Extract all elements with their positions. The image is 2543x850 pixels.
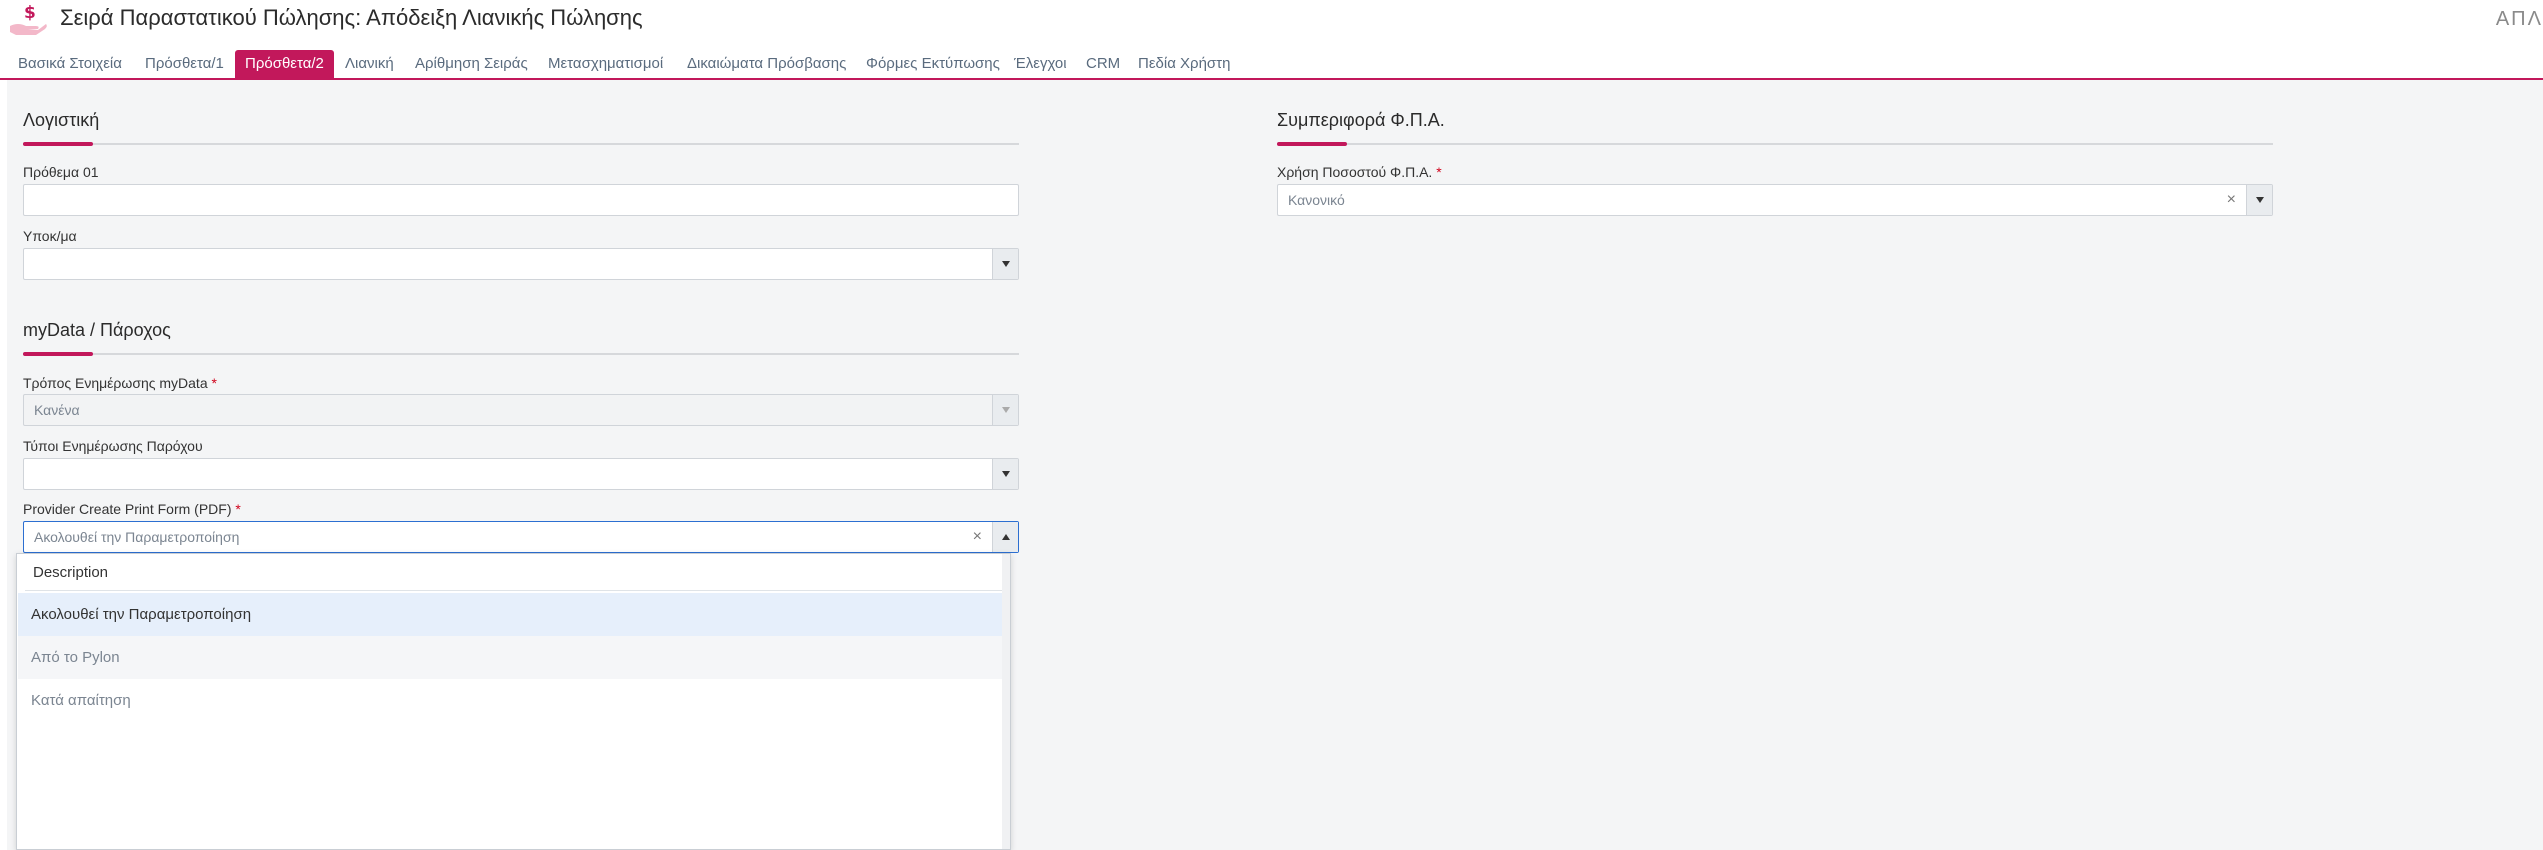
- chevron-down-icon[interactable]: [992, 395, 1018, 425]
- mydata-section-title: myData / Πάροχος: [23, 320, 171, 340]
- svg-text:$: $: [24, 3, 36, 23]
- vat-section-title: Συμπεριφορά Φ.Π.Α.: [1277, 110, 1445, 130]
- mydata-update-mode-label-text: Τρόπος Ενημέρωσης myData: [23, 375, 208, 391]
- tab-series-numbering[interactable]: Αρίθμηση Σειράς: [405, 50, 538, 78]
- provider-types-select[interactable]: [23, 458, 1019, 490]
- vat-section-divider: [1277, 143, 2273, 145]
- clear-icon[interactable]: ×: [2227, 185, 2236, 215]
- tab-access-rights[interactable]: Δικαιώματα Πρόσβασης: [677, 50, 856, 78]
- accounting-section-accent: [23, 142, 93, 146]
- header-right-label: ΑΠΛ: [2495, 8, 2543, 30]
- accounting-section-title: Λογιστική: [23, 110, 100, 130]
- dropdown-option[interactable]: Από το Pylon: [18, 636, 1008, 679]
- chevron-down-icon[interactable]: [2246, 185, 2272, 215]
- vat-rate-usage-label: Χρήση Ποσοστού Φ.Π.Α. *: [1277, 164, 1442, 180]
- clear-icon[interactable]: ×: [973, 522, 982, 552]
- tab-basic-info[interactable]: Βασικά Στοιχεία: [8, 50, 132, 78]
- dropdown-scrollbar[interactable]: [1002, 554, 1010, 849]
- dropdown-option[interactable]: Κατά απαίτηση: [18, 679, 1008, 722]
- page-header: $ Σειρά Παραστατικού Πώλησης: Απόδειξη Λ…: [0, 0, 2543, 44]
- tab-bar: Βασικά Στοιχεία Πρόσθετα/1 Πρόσθετα/2 Λι…: [0, 48, 2543, 80]
- hand-dollar-icon: $: [10, 3, 47, 35]
- mydata-update-mode-value: Κανένα: [34, 402, 80, 418]
- tab-extra-1[interactable]: Πρόσθετα/1: [135, 50, 234, 78]
- mydata-update-mode-select[interactable]: Κανένα: [23, 394, 1019, 426]
- print-form-dropdown: Description Ακολουθεί την Παραμετροποίησ…: [16, 553, 1011, 850]
- subaccount-label: Υποκ/μα: [23, 228, 77, 244]
- prefix-input[interactable]: [23, 184, 1019, 216]
- vat-rate-usage-select[interactable]: Κανονικό ×: [1277, 184, 2273, 216]
- subaccount-select[interactable]: [23, 248, 1019, 280]
- required-mark: *: [235, 501, 241, 517]
- print-form-label: Provider Create Print Form (PDF) *: [23, 501, 241, 517]
- dropdown-column-header: Description: [25, 554, 1005, 591]
- print-form-select[interactable]: Ακολουθεί την Παραμετροποίηση ×: [23, 521, 1019, 553]
- tab-print-forms[interactable]: Φόρμες Εκτύπωσης: [856, 50, 1010, 78]
- accounting-section-divider: [23, 143, 1019, 145]
- chevron-down-icon[interactable]: [992, 249, 1018, 279]
- tab-user-fields[interactable]: Πεδία Χρήστη: [1128, 50, 1240, 78]
- tab-checks[interactable]: Έλεγχοι: [1004, 50, 1077, 78]
- chevron-up-icon[interactable]: [992, 522, 1018, 552]
- dropdown-option[interactable]: Ακολουθεί την Παραμετροποίηση: [18, 593, 1008, 636]
- page-title: Σειρά Παραστατικού Πώλησης: Απόδειξη Λια…: [60, 5, 643, 30]
- prefix-label: Πρόθεμα 01: [23, 164, 99, 180]
- vat-section-accent: [1277, 142, 1347, 146]
- mydata-update-mode-label: Τρόπος Ενημέρωσης myData *: [23, 375, 217, 391]
- tab-transformations[interactable]: Μετασχηματισμοί: [538, 50, 673, 78]
- print-form-value: Ακολουθεί την Παραμετροποίηση: [34, 529, 240, 545]
- vat-rate-usage-label-text: Χρήση Ποσοστού Φ.Π.Α.: [1277, 164, 1433, 180]
- mydata-section-accent: [23, 352, 93, 356]
- tab-crm[interactable]: CRM: [1076, 50, 1130, 78]
- vat-rate-usage-value: Κανονικό: [1288, 192, 1345, 208]
- mydata-section-divider: [23, 353, 1019, 355]
- tab-extra-2[interactable]: Πρόσθετα/2: [235, 50, 334, 78]
- provider-types-label: Τύποι Ενημέρωσης Παρόχου: [23, 438, 203, 454]
- required-mark: *: [211, 375, 217, 391]
- print-form-label-text: Provider Create Print Form (PDF): [23, 501, 232, 517]
- required-mark: *: [1436, 164, 1442, 180]
- chevron-down-icon[interactable]: [992, 459, 1018, 489]
- tab-retail[interactable]: Λιανική: [335, 50, 404, 78]
